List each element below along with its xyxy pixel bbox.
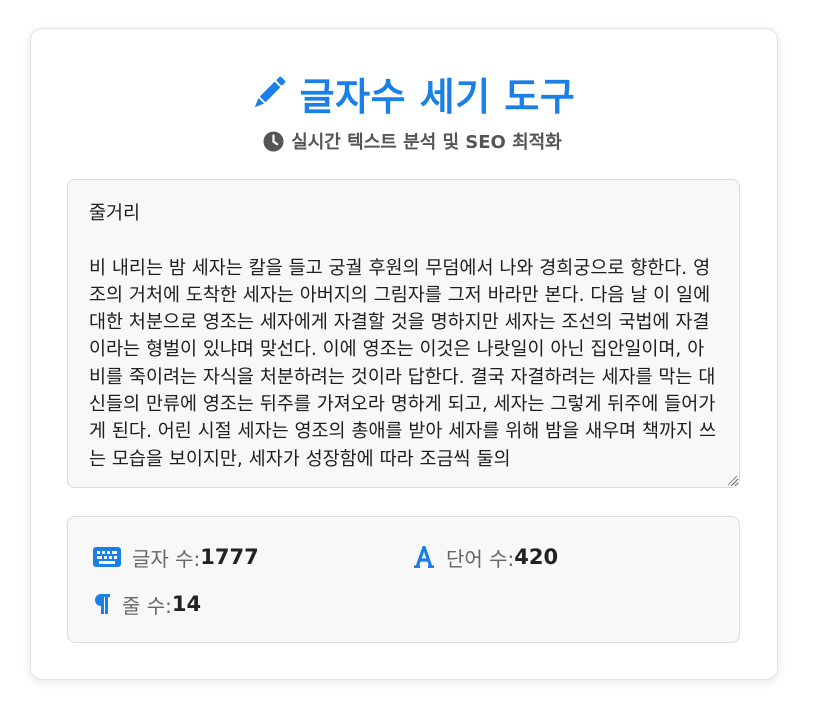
line-count-stat: 줄 수: 14 [93, 589, 201, 619]
word-count-value: 420 [514, 545, 559, 569]
char-count-label: 글자 수: [132, 546, 201, 571]
word-count-stat: 단어 수: 420 [413, 542, 558, 572]
keyboard-icon [93, 547, 121, 567]
page-header: 글자수 세기 도구 [0, 66, 825, 120]
line-count-value: 14 [171, 592, 202, 616]
pencil-icon [254, 76, 286, 108]
clock-icon [263, 131, 284, 151]
char-count-value: 1777 [200, 545, 259, 569]
resize-handle-icon[interactable] [726, 474, 738, 486]
word-count-label: 단어 수: [446, 546, 515, 571]
stats-panel: 글자 수: 1777 단어 수: 420 줄 수: 14 [67, 516, 740, 643]
page-title: 글자수 세기 도구 [299, 74, 576, 119]
paragraph-icon [95, 594, 110, 614]
line-count-label: 줄 수: [122, 593, 172, 618]
page-subtitle: 실시간 텍스트 분석 및 SEO 최적화 [291, 132, 562, 153]
text-input[interactable]: 줄거리 비 내리는 밤 세자는 칼을 들고 궁궐 후원의 무덤에서 나와 경희궁… [67, 179, 740, 488]
char-count-stat: 글자 수: 1777 [93, 542, 259, 572]
page-subtitle-row: 실시간 텍스트 분석 및 SEO 최적화 [0, 127, 825, 155]
font-letter-a-icon [414, 546, 434, 568]
